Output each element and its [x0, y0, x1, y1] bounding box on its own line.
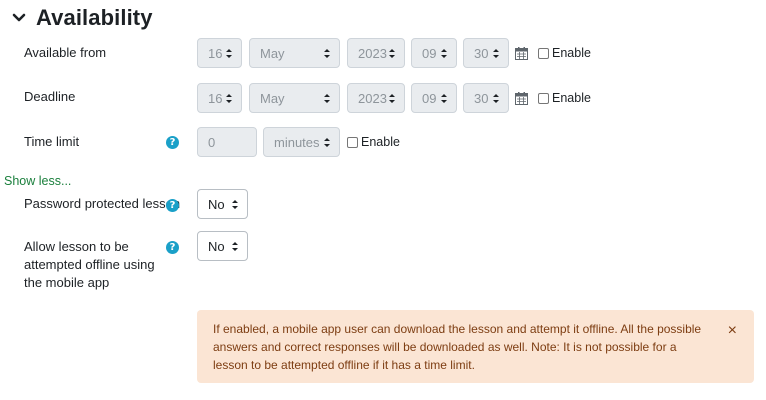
- help-icon[interactable]: ?: [166, 136, 179, 149]
- calendar-icon[interactable]: [515, 47, 528, 60]
- password-protected-select[interactable]: No: [197, 189, 248, 219]
- time-limit-enable-checkbox[interactable]: Enable: [347, 135, 400, 149]
- allow-offline-select[interactable]: No: [197, 231, 248, 261]
- deadline-month-value: May: [260, 90, 285, 106]
- deadline-year-value: 2023: [358, 90, 387, 106]
- select-arrows-icon: [493, 94, 499, 103]
- deadline-enable-label: Enable: [552, 91, 591, 105]
- password-protected-value: No: [208, 196, 225, 212]
- help-icon[interactable]: ?: [166, 241, 179, 254]
- checkbox-box[interactable]: [347, 136, 358, 148]
- chevron-down-icon[interactable]: [10, 9, 28, 27]
- section-title: Availability: [36, 5, 153, 30]
- deadline-minute-value: 30: [474, 90, 489, 106]
- available-from-hour-value: 09: [422, 45, 437, 61]
- available-from-enable-checkbox[interactable]: Enable: [538, 46, 591, 60]
- calendar-icon[interactable]: [515, 92, 528, 105]
- time-limit-input[interactable]: 0: [197, 127, 257, 157]
- available-from-label: Available from: [24, 45, 107, 60]
- select-arrows-icon: [324, 138, 330, 147]
- close-icon[interactable]: ×: [728, 323, 737, 339]
- available-from-enable-label: Enable: [552, 46, 591, 60]
- deadline-label: Deadline: [24, 89, 76, 104]
- time-limit-unit-select[interactable]: minutes: [263, 127, 340, 157]
- deadline-hour-select[interactable]: 09: [411, 83, 457, 113]
- deadline-day-value: 16: [208, 90, 223, 106]
- available-from-hour-select[interactable]: 09: [411, 38, 457, 68]
- deadline-year-select[interactable]: 2023: [347, 83, 405, 113]
- select-arrows-icon: [232, 200, 238, 209]
- select-arrows-icon: [441, 49, 447, 58]
- select-arrows-icon: [324, 94, 330, 103]
- checkbox-box[interactable]: [538, 47, 549, 59]
- available-from-month-select[interactable]: May: [249, 38, 340, 68]
- show-less-link[interactable]: Show less...: [4, 172, 71, 190]
- time-limit-unit-value: minutes: [274, 134, 320, 150]
- select-arrows-icon: [389, 49, 395, 58]
- available-from-day-value: 16: [208, 45, 223, 61]
- available-from-minute-select[interactable]: 30: [463, 38, 509, 68]
- available-from-year-select[interactable]: 2023: [347, 38, 405, 68]
- deadline-enable-checkbox[interactable]: Enable: [538, 91, 591, 105]
- select-arrows-icon: [493, 49, 499, 58]
- select-arrows-icon: [232, 242, 238, 251]
- alert-text: If enabled, a mobile app user can downlo…: [213, 322, 702, 372]
- available-from-year-value: 2023: [358, 45, 387, 61]
- deadline-month-select[interactable]: May: [249, 83, 340, 113]
- allow-offline-value: No: [208, 238, 225, 254]
- password-protected-label: Password protected lesson: [24, 196, 181, 211]
- deadline-hour-value: 09: [422, 90, 437, 106]
- available-from-month-value: May: [260, 45, 285, 61]
- time-limit-enable-label: Enable: [361, 135, 400, 149]
- select-arrows-icon: [441, 94, 447, 103]
- availability-header[interactable]: Availability: [10, 4, 153, 32]
- offline-info-alert: If enabled, a mobile app user can downlo…: [197, 310, 754, 383]
- help-icon[interactable]: ?: [166, 199, 179, 212]
- available-from-minute-value: 30: [474, 45, 489, 61]
- select-arrows-icon: [226, 49, 232, 58]
- select-arrows-icon: [324, 49, 330, 58]
- available-from-day-select[interactable]: 16: [197, 38, 242, 68]
- deadline-minute-select[interactable]: 30: [463, 83, 509, 113]
- select-arrows-icon: [226, 94, 232, 103]
- checkbox-box[interactable]: [538, 92, 549, 104]
- time-limit-value: 0: [208, 134, 216, 150]
- allow-offline-label: Allow lesson to be attempted offline usi…: [24, 239, 155, 290]
- select-arrows-icon: [389, 94, 395, 103]
- time-limit-label: Time limit: [24, 134, 80, 149]
- deadline-day-select[interactable]: 16: [197, 83, 242, 113]
